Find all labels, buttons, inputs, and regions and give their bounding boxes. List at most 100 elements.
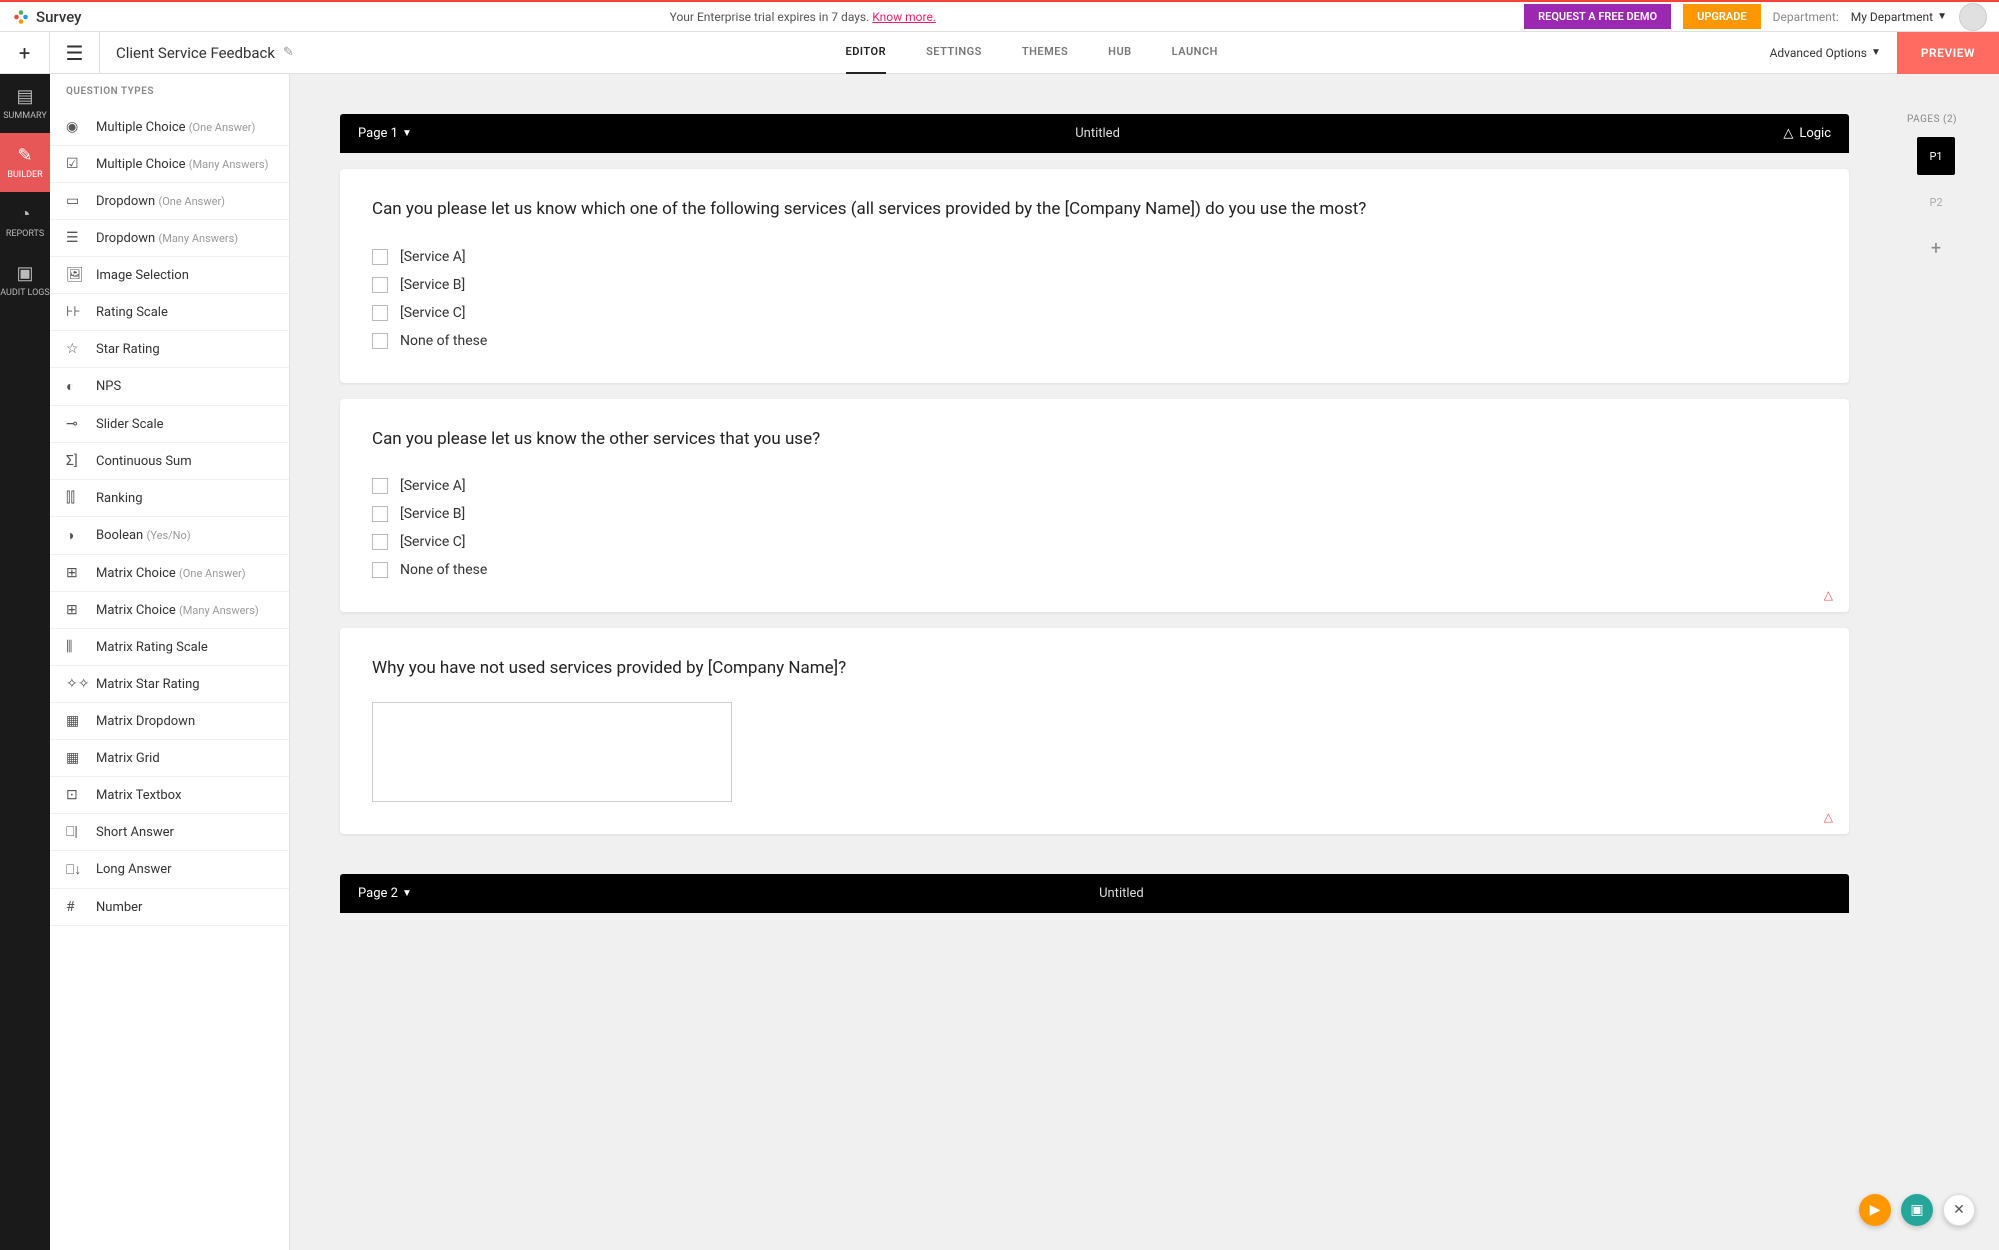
nav-builder[interactable]: ✎ BUILDER	[0, 133, 50, 192]
logic-button[interactable]: △ Logic	[1783, 126, 1831, 141]
question-type-item[interactable]: ◉Multiple Choice (One Answer)	[50, 109, 289, 146]
qtype-icon: ▭	[66, 193, 84, 209]
floating-actions: ▶ ▣ ✕	[1859, 1194, 1975, 1226]
option-row[interactable]: [Service C]	[372, 528, 1817, 556]
question-type-item[interactable]: ☰Dropdown (Many Answers)	[50, 220, 289, 257]
question-type-item[interactable]: ◑Boolean (Yes/No)	[50, 517, 289, 555]
tab-hub[interactable]: HUB	[1108, 31, 1132, 74]
logic-indicator-icon[interactable]: △	[1824, 810, 1833, 824]
logic-indicator-icon[interactable]: △	[1824, 588, 1833, 602]
long-answer-input[interactable]	[372, 702, 732, 802]
question-type-item[interactable]: ◐NPS	[50, 368, 289, 406]
tab-themes[interactable]: THEMES	[1022, 31, 1068, 74]
checkbox[interactable]	[372, 534, 388, 550]
qtype-icon: ⊦⊦	[66, 304, 84, 320]
fab-close[interactable]: ✕	[1943, 1194, 1975, 1226]
option-row[interactable]: None of these	[372, 327, 1817, 355]
fab-present[interactable]: ▣	[1901, 1194, 1933, 1226]
question-types-panel: QUESTION TYPES ◉Multiple Choice (One Ans…	[50, 74, 290, 1250]
checkbox[interactable]	[372, 305, 388, 321]
add-page-button[interactable]: +	[1917, 229, 1955, 267]
question-types-header: QUESTION TYPES	[50, 74, 289, 109]
question-type-item[interactable]: ▦Matrix Grid	[50, 740, 289, 777]
question-text: Why you have not used services provided …	[372, 656, 1817, 682]
page-name: Untitled	[412, 126, 1783, 141]
qtype-icon: ▦	[66, 713, 84, 729]
qtype-icon: ⊞	[66, 565, 84, 581]
qtype-icon: ✧✧	[66, 676, 84, 692]
page-header-1: Page 1 ▼ Untitled △ Logic	[340, 114, 1849, 153]
question-type-item[interactable]: ⊞Matrix Choice (Many Answers)	[50, 592, 289, 629]
question-card-2[interactable]: Can you please let us know the other ser…	[340, 399, 1849, 613]
question-type-item[interactable]: ⊡Matrix Textbox	[50, 777, 289, 814]
option-row[interactable]: [Service A]	[372, 472, 1817, 500]
page-selector[interactable]: Page 1 ▼	[358, 126, 412, 141]
qtype-icon: ⫿⫿	[66, 490, 84, 506]
qtype-icon: ⎕↓	[66, 861, 84, 878]
page-thumb-1[interactable]: P1	[1917, 137, 1955, 175]
editor-canvas: Page 1 ▼ Untitled △ Logic Can you please…	[290, 74, 1899, 1250]
page-selector[interactable]: Page 2 ▼	[358, 886, 412, 901]
question-type-item[interactable]: ⊦⊦Rating Scale	[50, 294, 289, 331]
option-row[interactable]: [Service B]	[372, 500, 1817, 528]
logic-icon: △	[1783, 126, 1793, 141]
upgrade-button[interactable]: UPGRADE	[1683, 4, 1760, 29]
survey-title: Client Service Feedback ✎	[100, 44, 310, 62]
nav-reports[interactable]: ◔ REPORTS	[0, 192, 50, 251]
option-row[interactable]: None of these	[372, 556, 1817, 584]
nav-summary[interactable]: ▤ SUMMARY	[0, 74, 50, 133]
question-type-item[interactable]: 🖼Image Selection	[50, 257, 289, 294]
advanced-options-dropdown[interactable]: Advanced Options ▼	[1754, 46, 1897, 60]
question-type-item[interactable]: ⫼Matrix Rating Scale	[50, 629, 289, 666]
checkbox[interactable]	[372, 506, 388, 522]
qtype-icon: ☰	[66, 230, 84, 246]
brand-logo: Survey	[12, 8, 82, 26]
qtype-icon: Σ]	[66, 453, 84, 469]
tab-launch[interactable]: LAUNCH	[1172, 31, 1218, 74]
question-type-item[interactable]: ⊸Slider Scale	[50, 406, 289, 443]
reports-icon: ◔	[0, 204, 50, 225]
question-card-1[interactable]: Can you please let us know which one of …	[340, 169, 1849, 383]
checkbox[interactable]	[372, 562, 388, 578]
nav-audit-logs[interactable]: ▣ AUDIT LOGS	[0, 251, 50, 310]
question-type-item[interactable]: ⎕|Short Answer	[50, 814, 289, 851]
trial-know-more-link[interactable]: Know more.	[872, 10, 936, 24]
option-row[interactable]: [Service A]	[372, 243, 1817, 271]
question-type-item[interactable]: ⎕↓Long Answer	[50, 851, 289, 889]
chevron-down-icon: ▼	[402, 888, 412, 899]
fab-play[interactable]: ▶	[1859, 1194, 1891, 1226]
list-button[interactable]: ☰	[50, 32, 100, 74]
question-type-item[interactable]: #Number	[50, 889, 289, 926]
question-type-item[interactable]: Σ]Continuous Sum	[50, 443, 289, 480]
qtype-icon: ⫼	[66, 639, 84, 655]
edit-title-icon[interactable]: ✎	[283, 45, 294, 60]
page-header-2: Page 2 ▼ Untitled	[340, 874, 1849, 913]
survey-logo-icon	[12, 8, 30, 26]
question-type-item[interactable]: ⫿⫿Ranking	[50, 480, 289, 517]
page-thumb-2[interactable]: P2	[1917, 183, 1955, 221]
question-type-item[interactable]: ▭Dropdown (One Answer)	[50, 183, 289, 220]
option-row[interactable]: [Service C]	[372, 299, 1817, 327]
builder-icon: ✎	[0, 145, 50, 166]
checkbox[interactable]	[372, 277, 388, 293]
tab-settings[interactable]: SETTINGS	[926, 31, 982, 74]
question-type-item[interactable]: ✧✧Matrix Star Rating	[50, 666, 289, 703]
question-type-item[interactable]: ⊞Matrix Choice (One Answer)	[50, 555, 289, 592]
option-row[interactable]: [Service B]	[372, 271, 1817, 299]
add-button[interactable]: +	[0, 32, 50, 74]
request-demo-button[interactable]: REQUEST A FREE DEMO	[1524, 4, 1671, 29]
question-card-3[interactable]: Why you have not used services provided …	[340, 628, 1849, 834]
checkbox[interactable]	[372, 478, 388, 494]
question-type-item[interactable]: ▦Matrix Dropdown	[50, 703, 289, 740]
department-dropdown[interactable]: My Department ▼	[1851, 10, 1947, 24]
checkbox[interactable]	[372, 249, 388, 265]
question-text: Can you please let us know the other ser…	[372, 427, 1817, 453]
question-type-item[interactable]: ☆Star Rating	[50, 331, 289, 368]
question-type-item[interactable]: ☑Multiple Choice (Many Answers)	[50, 146, 289, 183]
user-avatar[interactable]	[1959, 3, 1987, 31]
checkbox[interactable]	[372, 333, 388, 349]
preview-button[interactable]: PREVIEW	[1897, 32, 1999, 74]
qtype-icon: ⊡	[66, 787, 84, 803]
qtype-icon: ⊸	[66, 416, 84, 432]
tab-editor[interactable]: EDITOR	[846, 31, 887, 74]
